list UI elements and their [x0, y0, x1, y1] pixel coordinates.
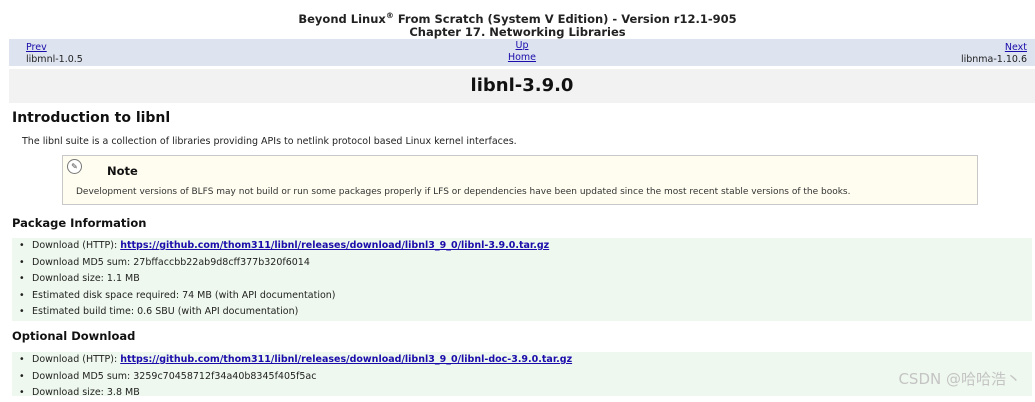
intro-heading: Introduction to libnl [12, 110, 171, 126]
home-link[interactable]: Home [508, 52, 536, 63]
list-item: Estimated build time: 0.6 SBU (with API … [12, 304, 1032, 321]
chapter-title: Chapter 17. Networking Libraries [409, 24, 626, 39]
list-item: Download size: 3.8 MB [12, 385, 1032, 402]
nav-next: Next libnma-1.10.6 [961, 42, 1027, 66]
page-title: libnl-3.9.0 [9, 69, 1035, 103]
note-text: Development versions of BLFS may not bui… [76, 187, 851, 197]
list-item: Download MD5 sum: 27bffaccbb22ab9d8cff37… [12, 255, 1032, 272]
next-link[interactable]: Next [1005, 42, 1027, 53]
registered-mark: ® [385, 11, 394, 20]
note-title: Note [107, 164, 138, 178]
download-link[interactable]: https://github.com/thom311/libnl/release… [120, 240, 549, 251]
list-item: Download size: 1.1 MB [12, 271, 1032, 288]
next-page-title: libnma-1.10.6 [960, 54, 1027, 65]
nav-up-home: Up Home [9, 40, 1035, 64]
package-info-heading: Package Information [12, 216, 147, 230]
list-item: Download MD5 sum: 3259c70458712f34a40b83… [12, 369, 1032, 386]
doc-download-link[interactable]: https://github.com/thom311/libnl/release… [120, 354, 572, 365]
list-item: Download (HTTP): https://github.com/thom… [12, 352, 1032, 369]
optional-download-heading: Optional Download [12, 329, 136, 343]
page-header: Beyond Linux® From Scratch (System V Edi… [0, 0, 1035, 38]
list-item: Estimated disk space required: 74 MB (wi… [12, 288, 1032, 305]
package-info-list: Download (HTTP): https://github.com/thom… [12, 238, 1032, 321]
list-item: Download (HTTP): https://github.com/thom… [12, 238, 1032, 255]
watermark: CSDN @哈哈浩丶 [898, 370, 1021, 388]
note-box: ✎ Note Development versions of BLFS may … [62, 155, 978, 205]
book-title: Beyond Linux® From Scratch (System V Edi… [298, 11, 737, 26]
navigation-bar: Prev libmnl-1.0.5 Up Home Next libnma-1.… [9, 39, 1035, 66]
optional-download-list: Download (HTTP): https://github.com/thom… [12, 352, 1032, 401]
note-icon: ✎ [67, 159, 82, 174]
intro-text: The libnl suite is a collection of libra… [22, 136, 517, 147]
up-link[interactable]: Up [516, 40, 529, 51]
